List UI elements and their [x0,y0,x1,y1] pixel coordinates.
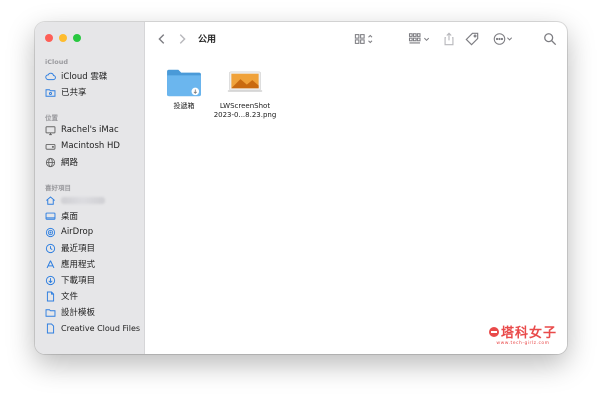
share-button[interactable] [442,31,456,47]
sidebar-item-recents[interactable]: 最近項目 [41,240,141,256]
search-icon [544,33,557,46]
sidebar-item-label-blurred [61,196,105,204]
back-button[interactable] [155,31,169,47]
file-name: 投遞箱 [173,102,195,110]
view-mode-button[interactable] [353,31,377,47]
group-button[interactable] [407,31,433,47]
sidebar-item-network[interactable]: 網路 [41,154,141,170]
sidebar-item-label: 桌面 [61,212,79,222]
folder-icon [167,69,201,97]
sidebar-item-label: 文件 [61,292,79,302]
file-name-line1: LWScreenShot [219,102,271,110]
window-controls [45,34,81,42]
grid-view-icon [354,34,373,44]
share-icon [444,32,454,46]
chevron-right-icon [179,34,186,44]
sidebar-item-airdrop[interactable]: AirDrop [41,224,141,240]
globe-icon [45,157,56,168]
watermark-url: www.tech-girlz.com [496,341,550,346]
tag-button[interactable] [465,31,479,47]
tag-icon [465,32,479,46]
document-icon [45,291,56,302]
forward-button[interactable] [175,31,189,47]
sidebar-item-macintosh-hd[interactable]: Macintosh HD [41,138,141,154]
file-browser: 投遞箱 LWScreenShot 2023-0...8.23.png 塔科女子 … [145,56,567,354]
section-heading-locations: 位置 [45,114,58,122]
zoom-button[interactable] [73,34,81,42]
ellipsis-circle-icon [493,33,513,45]
minimize-button[interactable] [59,34,67,42]
sidebar-item-imac[interactable]: Rachel's iMac [41,122,141,138]
finder-window: iCloud iCloud 雲碟 已共享 位置 Rachel's iMac Ma… [35,22,567,354]
section-heading-icloud: iCloud [45,58,68,66]
sidebar-item-downloads[interactable]: 下載項目 [41,272,141,288]
sidebar-item-creative-cloud-files[interactable]: Creative Cloud Files [41,320,141,336]
file-item-dropbox-folder[interactable]: 投遞箱 [161,66,207,111]
home-icon [45,195,56,206]
imac-icon [45,125,56,136]
sidebar-item-label: 網路 [61,158,79,168]
sidebar-item-label: 已共享 [61,88,87,98]
chevron-left-icon [158,34,165,44]
sidebar-item-label: 應用程式 [61,260,96,270]
sidebar-item-label: 下載項目 [61,276,96,286]
sidebar-item-icloud-drive[interactable]: iCloud 雲碟 [41,68,141,84]
more-actions-button[interactable] [491,31,515,47]
desktop-icon [45,211,56,222]
sidebar-item-applications[interactable]: 應用程式 [41,256,141,272]
sidebar-item-label: 設計模板 [61,308,96,318]
file-name-line2: 2023-0...8.23.png [213,111,277,119]
watermark-logo: 塔科女子 www.tech-girlz.com [488,322,557,346]
window-title: 公用 [198,35,217,45]
close-button[interactable] [45,34,53,42]
sidebar-item-label: AirDrop [61,227,94,237]
sidebar-item-documents[interactable]: 文件 [41,288,141,304]
airdrop-icon [45,227,56,238]
sidebar-item-label: Rachel's iMac [61,125,119,135]
sidebar: iCloud iCloud 雲碟 已共享 位置 Rachel's iMac Ma… [35,22,145,354]
sidebar-item-design-templates[interactable]: 設計模板 [41,304,141,320]
sidebar-item-label: iCloud 雲碟 [61,72,108,82]
cloud-icon [45,71,56,82]
apps-icon [45,259,56,270]
clock-icon [45,243,56,254]
sidebar-item-desktop[interactable]: 桌面 [41,208,141,224]
sidebar-item-label: Macintosh HD [61,141,120,151]
file-item-screenshot[interactable]: LWScreenShot 2023-0...8.23.png [213,66,277,120]
disk-icon [45,141,56,152]
image-thumbnail [227,71,263,92]
group-icon [408,33,430,44]
sidebar-item-label: 最近項目 [61,244,96,254]
folder-icon [45,307,56,318]
download-icon [45,275,56,286]
sidebar-item-home[interactable] [41,192,141,208]
toolbar: 公用 [145,22,567,56]
shared-folder-icon [45,87,56,98]
watermark-icon [488,326,499,337]
section-heading-favorites: 喜好項目 [45,184,71,192]
search-button[interactable] [543,31,557,47]
sidebar-item-label: Creative Cloud Files [61,323,141,333]
watermark-text: 塔科女子 [500,326,557,341]
sidebar-item-shared[interactable]: 已共享 [41,84,141,100]
file-icon [45,323,56,334]
